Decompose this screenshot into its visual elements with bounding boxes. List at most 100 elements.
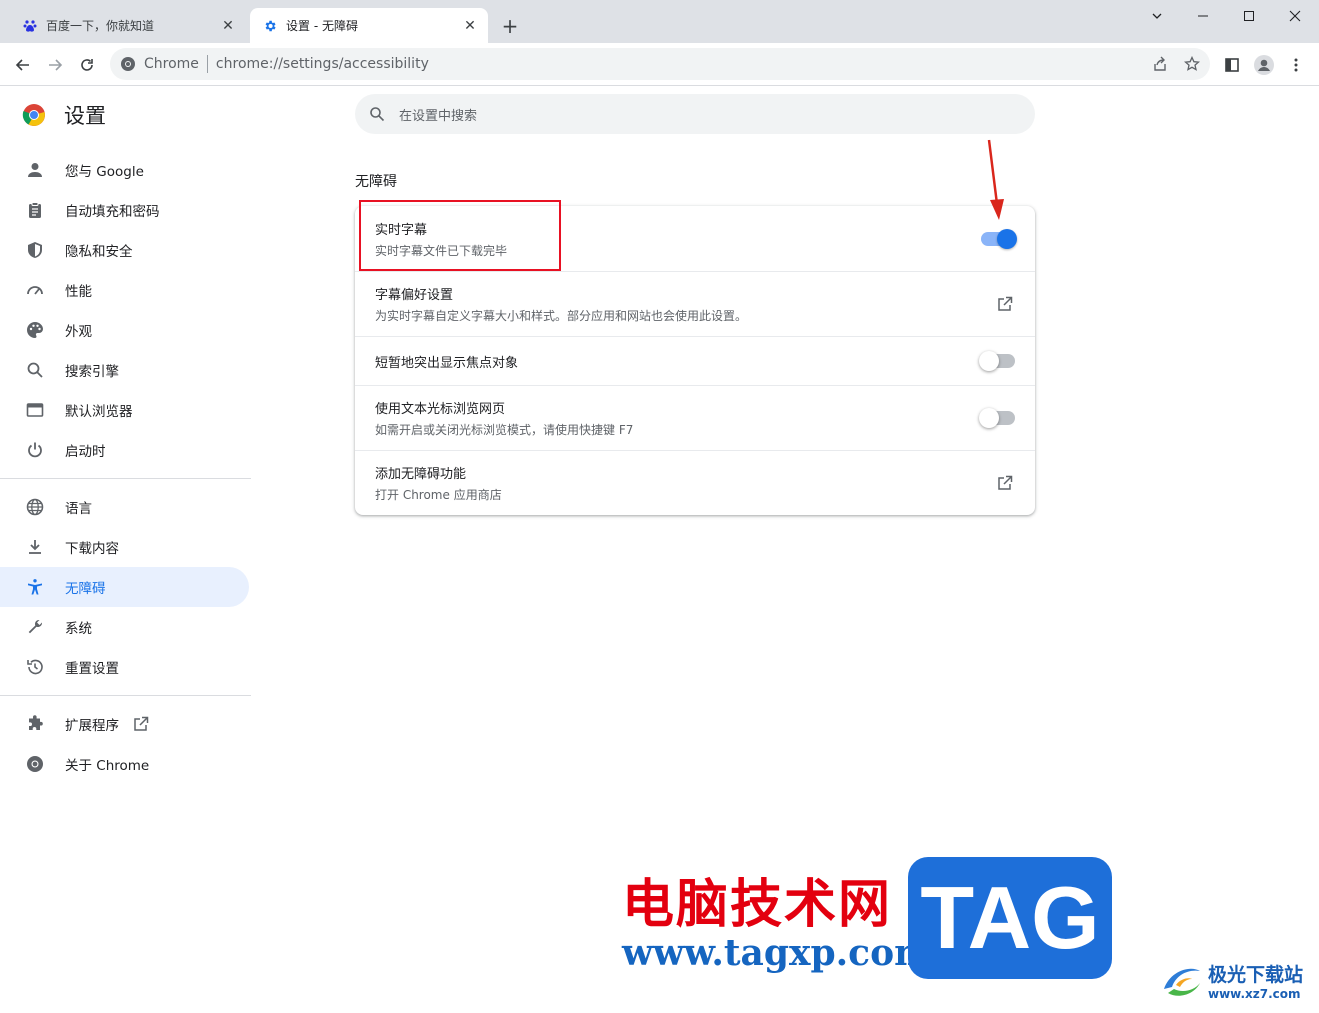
sidebar-item-search-engine[interactable]: 搜索引擎 [0, 350, 249, 390]
person-icon [24, 159, 46, 181]
external-link-icon[interactable] [994, 293, 1016, 315]
history-icon [24, 656, 46, 678]
row-label: 字幕偏好设置 [375, 288, 454, 303]
browser-toolbar: Chrome chrome://settings/accessibility [0, 43, 1319, 86]
sidebar-item-you-and-google[interactable]: 您与 Google [0, 150, 249, 190]
globe-icon [24, 496, 46, 518]
watermark-site-logo: 极光下载站 www.xz7.com [1160, 960, 1303, 1001]
tab-baidu[interactable]: 百度一下，你就知道 ✕ [8, 8, 246, 43]
shield-icon [24, 239, 46, 261]
share-icon[interactable] [1146, 48, 1174, 80]
divider [206, 55, 208, 73]
sidebar-item-label: 重置设置 [65, 661, 119, 677]
clipboard-icon [24, 199, 46, 221]
row-label: 短暂地突出显示焦点对象 [375, 355, 519, 371]
close-tab-icon[interactable]: ✕ [458, 14, 482, 38]
side-panel-icon[interactable] [1218, 51, 1246, 79]
caret-browsing-toggle[interactable] [979, 408, 1015, 428]
speedometer-icon [24, 279, 46, 301]
sidebar-item-label: 您与 Google [65, 164, 144, 180]
sidebar-item-on-startup[interactable]: 启动时 [0, 430, 249, 470]
swirl-logo-icon [1164, 968, 1200, 996]
sidebar-item-about-chrome[interactable]: 关于 Chrome [0, 744, 249, 784]
gear-icon [262, 18, 278, 34]
settings-search-input[interactable]: 在设置中搜索 [355, 94, 1035, 134]
close-tab-icon[interactable]: ✕ [216, 14, 240, 38]
tab-settings-accessibility[interactable]: 设置 - 无障碍 ✕ [250, 8, 488, 43]
sidebar-item-extensions[interactable]: 扩展程序 [0, 704, 249, 744]
toggle-knob [997, 229, 1017, 249]
sidebar-item-label: 扩展程序 [65, 718, 119, 734]
toggle-knob [979, 408, 999, 428]
chrome-logo-icon [22, 104, 45, 126]
sidebar-item-label: 无障碍 [65, 581, 106, 597]
tab-title: 百度一下，你就知道 [46, 19, 155, 33]
chrome-icon [24, 753, 46, 775]
power-icon [24, 439, 46, 461]
sidebar-item-label: 关于 Chrome [65, 758, 150, 774]
accessibility-icon [24, 576, 46, 598]
watermark-tag-logo: TAG [908, 857, 1112, 979]
caption-preferences-row[interactable]: 字幕偏好设置 为实时字幕自定义字幕大小和样式。部分应用和网站也会使用此设置。 [355, 272, 1035, 336]
search-placeholder: 在设置中搜索 [399, 108, 478, 124]
sidebar-item-downloads[interactable]: 下载内容 [0, 527, 249, 567]
profile-avatar-icon[interactable] [1250, 51, 1278, 79]
back-arrow-icon[interactable] [9, 51, 37, 79]
site-label: Chrome [144, 56, 199, 72]
tab-search-chevron-icon[interactable] [1134, 0, 1180, 32]
sidebar-item-appearance[interactable]: 外观 [0, 310, 249, 350]
sidebar-item-label: 默认浏览器 [65, 404, 133, 420]
add-accessibility-features-row[interactable]: 添加无障碍功能 打开 Chrome 应用商店 [355, 451, 1035, 515]
close-window-icon[interactable] [1272, 0, 1318, 32]
forward-arrow-icon[interactable] [41, 51, 69, 79]
watermark-url-text: www.tagxp.com [622, 932, 933, 974]
download-icon [24, 536, 46, 558]
browser-window-icon [24, 399, 46, 421]
sidebar-item-label: 隐私和安全 [65, 244, 133, 260]
focus-highlight-row[interactable]: 短暂地突出显示焦点对象 [355, 337, 1035, 385]
sidebar-item-label: 外观 [65, 324, 92, 340]
sidebar-item-label: 系统 [65, 621, 92, 637]
new-tab-button[interactable]: + [498, 14, 522, 38]
address-bar[interactable]: Chrome chrome://settings/accessibility [110, 48, 1210, 80]
maximize-icon[interactable] [1226, 0, 1272, 32]
star-icon[interactable] [1178, 48, 1206, 80]
sidebar-item-label: 性能 [65, 284, 92, 300]
watermark-site-cn: 极光下载站 [1208, 964, 1304, 986]
search-icon [24, 359, 46, 381]
sidebar-item-label: 语言 [65, 501, 92, 517]
puzzle-icon [24, 713, 46, 735]
row-sublabel: 如需开启或关闭光标浏览模式，请使用快捷键 F7 [375, 423, 634, 437]
sidebar-item-label: 下载内容 [65, 541, 119, 557]
external-link-icon[interactable] [994, 472, 1016, 494]
row-sublabel: 为实时字幕自定义字幕大小和样式。部分应用和网站也会使用此设置。 [375, 309, 748, 323]
minimize-icon[interactable] [1180, 0, 1226, 32]
reload-icon[interactable] [73, 51, 101, 79]
palette-icon [24, 319, 46, 341]
live-caption-toggle[interactable] [981, 229, 1017, 249]
sidebar-item-reset[interactable]: 重置设置 [0, 647, 249, 687]
nav-divider [0, 478, 251, 479]
page-title: 设置 [64, 104, 106, 128]
sidebar-item-performance[interactable]: 性能 [0, 270, 249, 310]
row-label: 使用文本光标浏览网页 [375, 402, 506, 417]
row-sublabel: 打开 Chrome 应用商店 [375, 488, 502, 502]
sidebar-item-languages[interactable]: 语言 [0, 487, 249, 527]
sidebar-item-default-browser[interactable]: 默认浏览器 [0, 390, 249, 430]
nav-divider [0, 695, 251, 696]
baidu-icon [22, 18, 38, 34]
caret-browsing-row[interactable]: 使用文本光标浏览网页 如需开启或关闭光标浏览模式，请使用快捷键 F7 [355, 386, 1035, 450]
sidebar-item-privacy[interactable]: 隐私和安全 [0, 230, 249, 270]
more-menu-icon[interactable] [1282, 51, 1310, 79]
sidebar-item-label: 搜索引擎 [65, 364, 119, 380]
external-link-icon [133, 716, 149, 732]
wrench-icon [24, 616, 46, 638]
sidebar-item-accessibility[interactable]: 无障碍 [0, 567, 249, 607]
annotation-highlight-box [359, 200, 561, 271]
tab-title: 设置 - 无障碍 [286, 19, 358, 33]
focus-highlight-toggle[interactable] [979, 351, 1015, 371]
row-label: 添加无障碍功能 [375, 467, 467, 482]
sidebar-item-system[interactable]: 系统 [0, 607, 249, 647]
sidebar-item-autofill[interactable]: 自动填充和密码 [0, 190, 249, 230]
site-info[interactable]: Chrome [110, 56, 199, 72]
